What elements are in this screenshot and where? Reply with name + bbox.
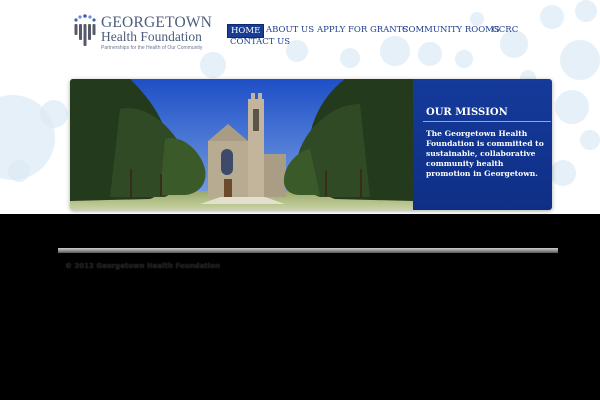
- mission-text: The Georgetown Health Foundation is comm…: [426, 129, 544, 178]
- copyright-text: © 2012 Georgetown Health Foundation: [65, 262, 220, 270]
- decorative-bubble: [580, 130, 600, 150]
- nav-item-gcrc[interactable]: GCRC: [489, 24, 521, 36]
- mission-title: OUR MISSION: [426, 107, 508, 118]
- logo-tagline: Partnerships for the Health of Our Commu…: [101, 45, 203, 51]
- decorative-bubble: [200, 52, 226, 78]
- decorative-bubble: [560, 40, 600, 80]
- decorative-bubble: [380, 36, 410, 66]
- decorative-bubble: [40, 100, 68, 128]
- decorative-bubble: [555, 90, 589, 124]
- church-photo: [70, 79, 413, 210]
- nav-item-community-rooms[interactable]: COMMUNITY ROOMS: [399, 24, 503, 36]
- hero-banner: OUR MISSION The Georgetown Health Founda…: [70, 79, 552, 210]
- nav-item-about-us[interactable]: ABOUT US: [263, 24, 317, 36]
- content-divider: [58, 248, 558, 253]
- site-logo[interactable]: GEORGETOWN Health Foundation Partnership…: [72, 14, 222, 54]
- mission-divider: [423, 121, 551, 122]
- decorative-bubble: [550, 160, 576, 186]
- nav-item-apply-for-grants[interactable]: APPLY FOR GRANTS: [314, 24, 411, 36]
- decorative-bubble: [340, 48, 360, 68]
- decorative-bubble: [575, 0, 597, 22]
- logo-subtitle: Health Foundation: [101, 29, 202, 44]
- decorative-bubble: [455, 50, 473, 68]
- people-logo-icon: [74, 14, 96, 46]
- decorative-bubble: [418, 42, 442, 66]
- mission-panel: OUR MISSION The Georgetown Health Founda…: [413, 79, 552, 210]
- decorative-bubble: [8, 160, 30, 182]
- nav-item-contact-us[interactable]: CONTACT US: [227, 36, 293, 48]
- decorative-bubble: [540, 5, 564, 29]
